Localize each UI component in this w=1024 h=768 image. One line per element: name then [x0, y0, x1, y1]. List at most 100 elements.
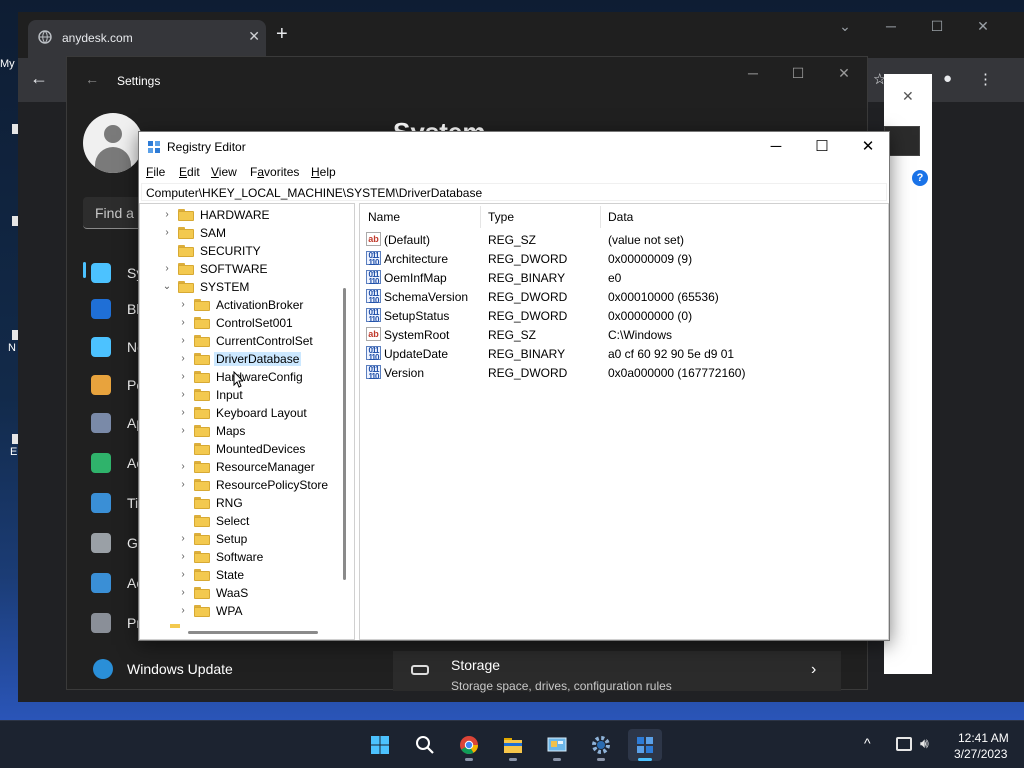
back-arrow-icon[interactable]: ← — [85, 71, 99, 87]
value-row[interactable]: ab SystemRoot REG_SZ C:\Windows — [360, 325, 888, 344]
nav-item-brush[interactable]: Personalization — [83, 367, 223, 403]
value-row[interactable]: 011 110 Version REG_DWORD 0x0a000000 (167772… — [360, 363, 888, 382]
file-explorer-app[interactable] — [496, 729, 530, 761]
clock-time[interactable]: 12:41 AM — [958, 731, 1009, 745]
nav-item-monitor[interactable]: System — [83, 255, 174, 291]
desktop-icon-n[interactable]: N — [0, 330, 18, 354]
nav-item-apps[interactable]: Apps — [83, 405, 159, 441]
menu-edit[interactable]: Edit — [179, 165, 200, 179]
chevron-right-icon[interactable]: › — [162, 262, 172, 276]
nav-item-shield[interactable]: Privacy & security — [83, 605, 238, 641]
value-row[interactable]: 011 110 SchemaVersion REG_DWORD 0x00010000 (… — [360, 287, 888, 306]
settings-app[interactable] — [584, 729, 618, 761]
nav-item-gamepad[interactable]: Gaming — [83, 525, 176, 561]
chevron-right-icon[interactable]: › — [178, 568, 188, 582]
clock-date[interactable]: 3/27/2023 — [954, 747, 1007, 761]
search-input[interactable]: Find a setting — [83, 197, 179, 229]
close-icon[interactable]: ✕ — [902, 88, 914, 105]
tree-node[interactable]: › Maps — [140, 422, 354, 440]
help-icon[interactable]: ? — [912, 170, 928, 186]
tree-node[interactable]: › ActivationBroker — [140, 296, 354, 314]
network-icon[interactable] — [896, 737, 912, 751]
chevron-right-icon[interactable]: › — [178, 550, 188, 564]
chevron-right-icon[interactable]: › — [178, 586, 188, 600]
volume-icon[interactable]: 🔊︎ — [920, 735, 929, 752]
tree-node[interactable]: › ResourceManager — [140, 458, 354, 476]
tree-node[interactable]: › DriverDatabase — [140, 350, 354, 368]
chevron-right-icon[interactable]: › — [178, 388, 188, 402]
chevron-right-icon[interactable]: › — [178, 370, 188, 384]
horizontal-scrollbar[interactable] — [188, 631, 318, 634]
value-row[interactable]: ab (Default) REG_SZ (value not set) — [360, 230, 888, 249]
title-bar[interactable]: Registry Editor ─ ☐ ✕ — [139, 132, 889, 162]
tree-node[interactable]: › Keyboard Layout — [140, 404, 354, 422]
new-tab-button[interactable]: + — [276, 24, 288, 44]
desktop-icon-e[interactable]: E — [0, 434, 18, 458]
tab-close-icon[interactable]: ✕ — [248, 28, 260, 45]
column-header-data[interactable]: Data — [608, 210, 633, 224]
chrome-app[interactable] — [452, 729, 486, 761]
desktop-icon[interactable] — [0, 216, 18, 228]
tree-node[interactable]: › WaaS — [140, 584, 354, 602]
regedit-app[interactable] — [628, 729, 662, 761]
close-icon[interactable]: ✕ — [830, 65, 858, 82]
tree-node[interactable]: › Input — [140, 386, 354, 404]
column-divider[interactable] — [480, 206, 481, 228]
value-row[interactable]: 011 110 UpdateDate REG_BINARY a0 cf 60 92 90… — [360, 344, 888, 363]
column-header-type[interactable]: Type — [488, 210, 514, 224]
tree-node[interactable]: › Software — [140, 548, 354, 566]
chevron-right-icon[interactable]: › — [178, 478, 188, 492]
menu-help[interactable]: Help — [311, 165, 336, 179]
tree-node[interactable]: MountedDevices — [140, 440, 354, 458]
chevron-right-icon[interactable]: › — [178, 604, 188, 618]
vertical-scrollbar[interactable] — [343, 288, 346, 580]
chevron-right-icon[interactable]: › — [178, 424, 188, 438]
value-row[interactable]: 011 110 OemInfMap REG_BINARY e0 — [360, 268, 888, 287]
nav-item-person[interactable]: Accounts — [83, 445, 185, 481]
value-row[interactable]: 011 110 Architecture REG_DWORD 0x00000009 (9… — [360, 249, 888, 268]
kebab-menu-icon[interactable]: ⋮ — [978, 70, 993, 88]
minimize-icon[interactable]: ─ — [753, 136, 799, 158]
desktop-icon-my[interactable]: My — [0, 58, 18, 70]
back-arrow-icon[interactable]: ← — [30, 68, 48, 89]
tree-node[interactable]: › WPA — [140, 602, 354, 620]
search-button[interactable] — [408, 729, 442, 761]
nav-item-wifi[interactable]: Network & internet — [83, 329, 242, 365]
menu-view[interactable]: View — [211, 165, 237, 179]
start-button[interactable] — [363, 729, 397, 761]
chevron-down-icon[interactable]: ⌄ — [162, 280, 172, 294]
chevron-right-icon[interactable]: › — [178, 334, 188, 348]
tree-node[interactable]: › ControlSet001 — [140, 314, 354, 332]
chevron-right-icon[interactable]: › — [178, 298, 188, 312]
tree-node[interactable]: › SAM — [140, 224, 354, 242]
show-hidden-icons-chevron-icon[interactable]: ^ — [864, 735, 871, 751]
nav-item-windows-update[interactable]: Windows Update — [83, 653, 383, 687]
minimize-icon[interactable]: ─ — [876, 18, 906, 34]
tree-node[interactable]: › SOFTWARE — [140, 260, 354, 278]
menu-file[interactable]: File — [146, 165, 165, 179]
maximize-icon[interactable]: ☐ — [784, 65, 812, 82]
chevron-right-icon[interactable]: › — [178, 460, 188, 474]
chevron-right-icon[interactable]: › — [178, 532, 188, 546]
tree-node[interactable]: SECURITY — [140, 242, 354, 260]
chevron-right-icon[interactable]: › — [178, 406, 188, 420]
chevron-right-icon[interactable]: › — [162, 208, 172, 222]
minimize-icon[interactable]: ─ — [739, 65, 767, 81]
chevron-right-icon[interactable]: › — [162, 226, 172, 240]
profile-icon[interactable]: ● — [943, 70, 952, 87]
close-icon[interactable]: ✕ — [968, 18, 998, 35]
browser-tab[interactable]: anydesk.com ✕ — [28, 20, 266, 58]
nav-item-bluetooth[interactable]: Bluetooth & devices — [83, 291, 251, 327]
tree-node[interactable]: ⌄ SYSTEM — [140, 278, 354, 296]
close-icon[interactable]: ✕ — [845, 136, 891, 158]
chevron-right-icon[interactable]: › — [178, 316, 188, 330]
column-header-name[interactable]: Name — [368, 210, 400, 224]
chevron-right-icon[interactable]: › — [178, 352, 188, 366]
nav-item-accessibility[interactable]: Accessibility — [83, 565, 203, 601]
avatar[interactable] — [83, 113, 143, 173]
maximize-icon[interactable]: ☐ — [799, 136, 845, 158]
tree-node[interactable]: › CurrentControlSet — [140, 332, 354, 350]
tree-node[interactable]: › HARDWARE — [140, 206, 354, 224]
nav-item-clock-globe[interactable]: Time & language — [83, 485, 232, 521]
desktop-icon[interactable] — [0, 124, 18, 136]
